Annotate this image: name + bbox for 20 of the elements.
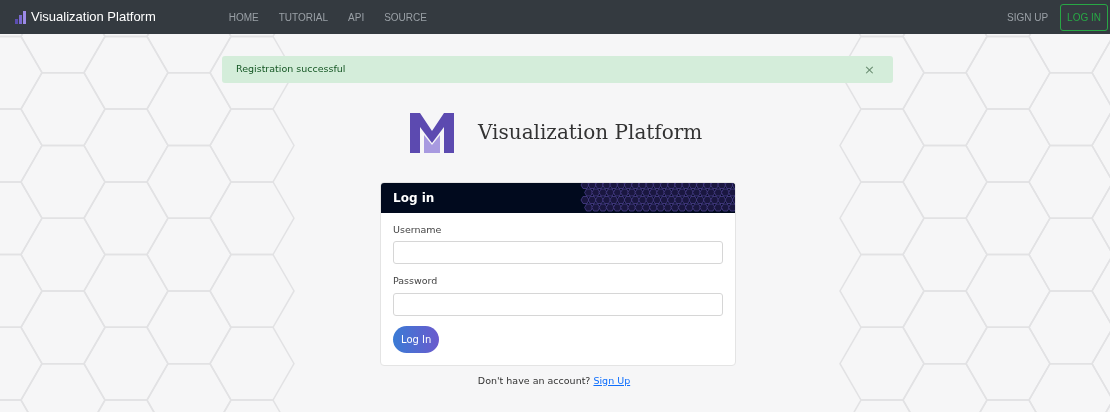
nav-link[interactable]: HOME: [228, 9, 259, 25]
card-title: Log in: [393, 190, 435, 207]
nav-link[interactable]: TUTORIAL: [278, 9, 329, 25]
field-label: Username: [393, 223, 443, 237]
alert-message: Registration successful: [236, 62, 346, 77]
signup-prompt: Don't have an account? Sign Up: [476, 373, 632, 388]
bar-chart-icon: [15, 10, 27, 24]
field-label: Password: [393, 274, 439, 289]
sign-up-link[interactable]: SIGN UP: [1006, 9, 1049, 25]
nav-link[interactable]: SOURCE: [384, 9, 427, 25]
log-in-button[interactable]: Log In: [393, 325, 440, 353]
sign-up-link[interactable]: Sign Up: [593, 374, 631, 386]
brand-title[interactable]: Visualization Platform: [31, 7, 156, 27]
page-title: Visualization Platform: [478, 119, 703, 146]
input-field[interactable]: [393, 241, 723, 265]
input-field[interactable]: [393, 292, 723, 316]
logo-icon: [410, 111, 454, 153]
close-button[interactable]: ×: [860, 59, 879, 80]
log-in-button[interactable]: LOG IN: [1060, 3, 1108, 31]
nav-link[interactable]: API: [348, 9, 365, 25]
